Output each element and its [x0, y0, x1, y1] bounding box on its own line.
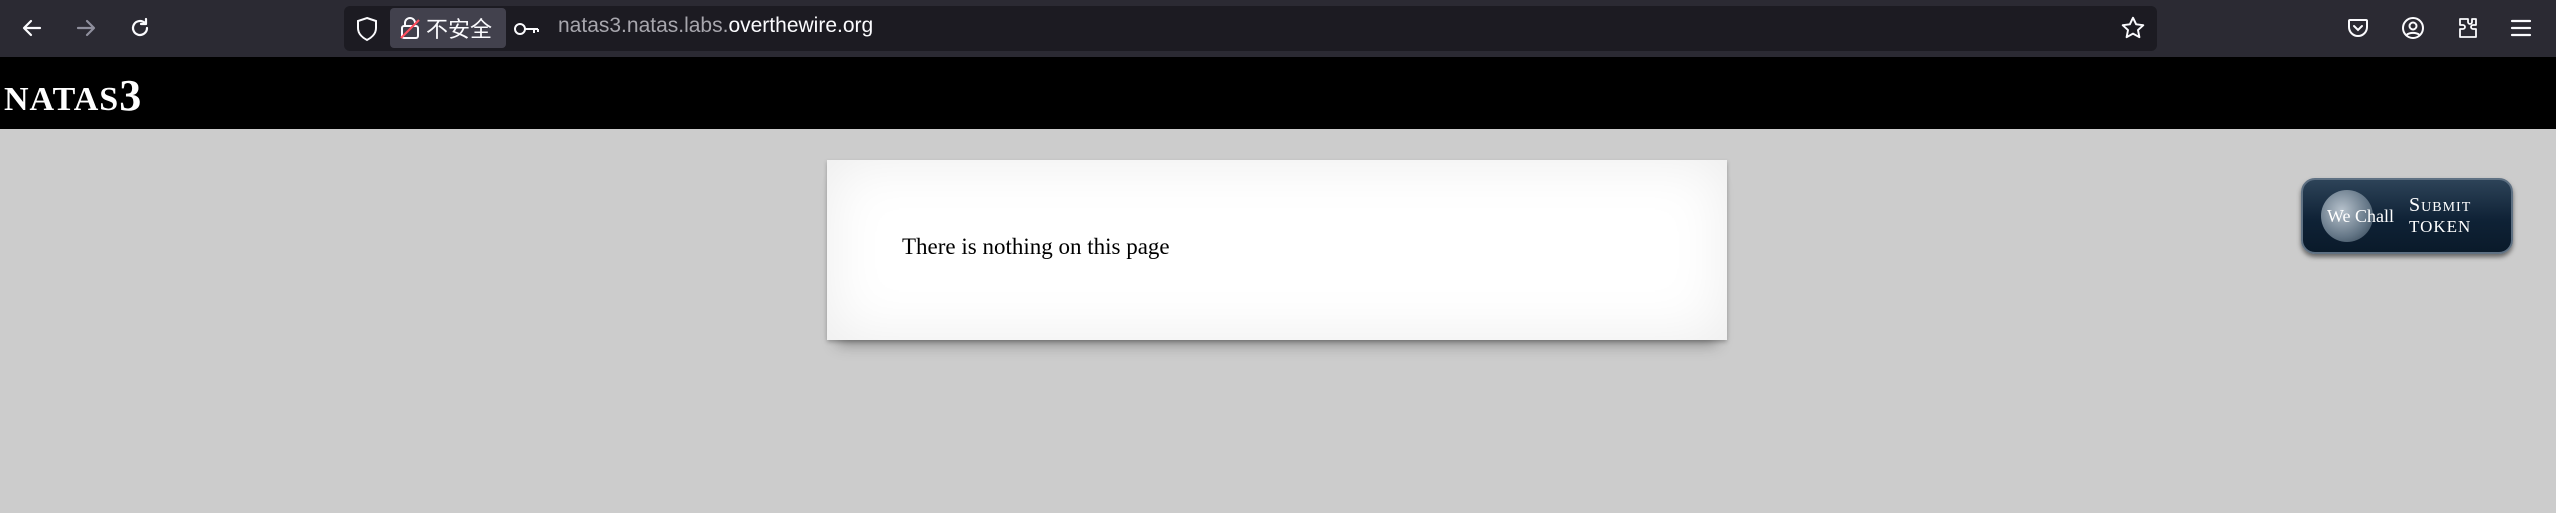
extensions-button[interactable]	[2450, 10, 2486, 46]
key-icon	[514, 23, 539, 35]
submit-token-label: Submit TOKEN	[2409, 194, 2471, 238]
insecure-lock-icon	[400, 17, 420, 39]
account-icon	[2402, 17, 2424, 39]
site-title-text: NATAS	[4, 81, 120, 118]
extensions-icon	[2459, 18, 2477, 38]
security-label: 不安全	[426, 18, 493, 43]
forward-icon	[76, 19, 96, 37]
site-title-level: 3	[119, 71, 142, 120]
submit-label: Submit	[2409, 194, 2472, 216]
shield-icon	[357, 16, 377, 42]
bookmark-button[interactable]	[2116, 11, 2150, 45]
reload-button[interactable]	[122, 10, 158, 46]
forward-button[interactable]	[68, 10, 104, 46]
url-subdomain: natas3.natas.labs.	[558, 14, 729, 37]
reload-icon	[131, 17, 149, 37]
token-label: TOKEN	[2409, 217, 2472, 236]
saved-logins-button[interactable]	[512, 12, 542, 46]
menu-icon	[2510, 19, 2532, 37]
tracking-protection-button[interactable]	[350, 12, 384, 46]
pocket-icon	[2348, 19, 2368, 37]
account-button[interactable]	[2395, 10, 2431, 46]
app-menu-button[interactable]	[2503, 10, 2539, 46]
browser-toolbar: 不安全 natas3.natas.labs.overthewire.org	[0, 0, 2556, 57]
content-text: There is nothing on this page	[902, 234, 1170, 259]
site-header	[0, 57, 2556, 129]
pocket-button[interactable]	[2340, 10, 2376, 46]
back-icon	[22, 19, 42, 37]
url-domain: overthewire.org	[728, 14, 874, 37]
back-button[interactable]	[14, 10, 50, 46]
submit-token-button[interactable]: We Chall Submit TOKEN	[2301, 178, 2513, 254]
url-text[interactable]: natas3.natas.labs.overthewire.org	[558, 14, 873, 38]
content-panel: There is nothing on this page	[827, 160, 1727, 340]
wechall-logo-text: We Chall	[2327, 206, 2395, 226]
site-title: NATAS3	[4, 70, 141, 121]
connection-insecure-button[interactable]: 不安全	[390, 8, 506, 48]
star-icon	[2121, 16, 2145, 39]
